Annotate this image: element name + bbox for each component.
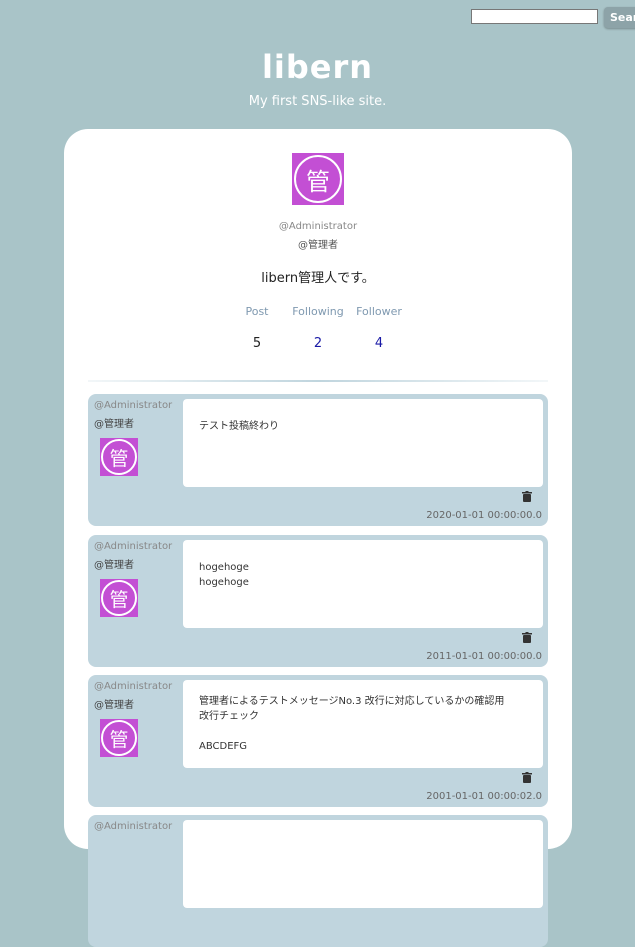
- profile-name: @管理者: [298, 240, 338, 251]
- post-date: 2020-01-01 00:00:00.0: [426, 510, 542, 521]
- post-avatar: 管: [100, 579, 138, 617]
- post-handle[interactable]: @Administrator: [94, 541, 172, 552]
- post-date: 2001-01-01 00:00:02.0: [426, 791, 542, 802]
- post-avatar: 管: [100, 438, 138, 476]
- post-item: @Administrator @管理者 管 hogehoge hogehoge …: [88, 535, 548, 667]
- post-text: hogehoge hogehoge: [199, 562, 249, 588]
- search-button[interactable]: Search: [604, 7, 635, 28]
- post-handle[interactable]: @Administrator: [94, 400, 172, 411]
- post-name: @管理者: [94, 700, 134, 711]
- avatar-char: 管: [101, 439, 137, 475]
- site-logo[interactable]: libern: [0, 48, 635, 86]
- search-input[interactable]: [471, 9, 598, 24]
- post-body: テスト投稿終わり: [183, 399, 543, 487]
- post-avatar: 管: [100, 719, 138, 757]
- stat-following-label[interactable]: Following: [288, 305, 348, 318]
- stat-post-value: 5: [252, 336, 262, 351]
- profile-handle: @Administrator: [278, 221, 358, 232]
- stat-follower-value[interactable]: 4: [349, 336, 409, 351]
- site-tagline: My first SNS-like site.: [248, 94, 387, 109]
- post-item: @Administrator: [88, 815, 548, 947]
- profile-avatar: 管: [292, 153, 344, 205]
- stat-follower-label[interactable]: Follower: [349, 305, 409, 318]
- profile-card: 管 @Administrator @管理者 libern管理人です。 Post …: [64, 129, 572, 947]
- trash-icon[interactable]: [522, 632, 532, 643]
- post-item: @Administrator @管理者 管 テスト投稿終わり 2020-01-0…: [88, 394, 548, 526]
- stat-following-value[interactable]: 2: [288, 336, 348, 351]
- avatar-char: 管: [101, 720, 137, 756]
- avatar-char: 管: [294, 155, 342, 203]
- post-body: hogehoge hogehoge: [183, 540, 543, 628]
- profile-bio: libern管理人です。: [261, 271, 375, 286]
- post-name: @管理者: [94, 560, 134, 571]
- trash-icon[interactable]: [522, 772, 532, 783]
- post-handle[interactable]: @Administrator: [94, 681, 172, 692]
- section-divider: [88, 380, 548, 382]
- post-body: 管理者によるテストメッセージNo.3 改行に対応しているかの確認用 改行チェック…: [183, 680, 543, 768]
- post-text: テスト投稿終わり: [199, 421, 279, 432]
- post-item: @Administrator @管理者 管 管理者によるテストメッセージNo.3…: [88, 675, 548, 807]
- post-name: @管理者: [94, 419, 134, 430]
- post-date: 2011-01-01 00:00:00.0: [426, 651, 542, 662]
- trash-icon[interactable]: [522, 491, 532, 502]
- stat-post-label: Post: [245, 305, 269, 318]
- avatar-char: 管: [101, 580, 137, 616]
- post-body: [183, 820, 543, 908]
- post-text: 管理者によるテストメッセージNo.3 改行に対応しているかの確認用 改行チェック…: [199, 696, 505, 752]
